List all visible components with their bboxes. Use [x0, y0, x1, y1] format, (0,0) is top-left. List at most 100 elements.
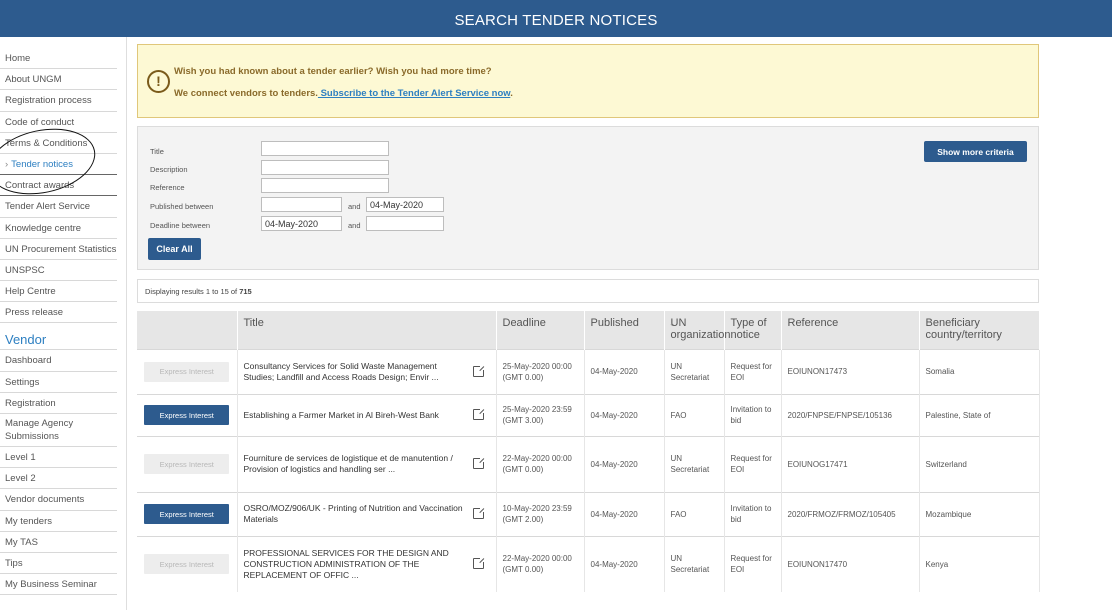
tender-title[interactable]: Consultancy Services for Solid Waste Man…: [244, 361, 439, 382]
sidebar-item-business-seminar[interactable]: My Business Seminar: [0, 574, 117, 596]
title-cell[interactable]: Establishing a Farmer Market in Al Bireh…: [237, 393, 497, 436]
column-header-published[interactable]: Published⌄: [584, 311, 676, 349]
title-cell[interactable]: Consultancy Services for Solid Waste Man…: [237, 348, 497, 394]
sidebar-item-unspsc[interactable]: UNSPSC: [0, 260, 117, 282]
deadline-cell: 22-May-2020 00:00 (GMT 0.00): [496, 435, 585, 492]
external-link-icon[interactable]: [472, 408, 485, 420]
title-cell[interactable]: Fourniture de services de logistique et …: [237, 435, 497, 492]
table-row[interactable]: Express Interest PROFESSIONAL SERVICES F…: [137, 535, 1040, 592]
sidebar-item-vendor-documents[interactable]: Vendor documents: [0, 489, 117, 511]
reference-input[interactable]: [261, 178, 389, 193]
description-label: Description: [150, 165, 188, 174]
published-cell: 04-May-2020: [584, 491, 665, 536]
tender-alert-banner: ! Wish you had known about a tender earl…: [137, 44, 1039, 118]
tender-title[interactable]: Fourniture de services de logistique et …: [244, 453, 453, 474]
tender-title[interactable]: OSRO/MOZ/906/UK - Printing of Nutrition …: [244, 503, 463, 524]
title-label: Title: [150, 147, 164, 156]
alert-line-2: We connect vendors to tenders. Subscribe…: [174, 88, 513, 99]
column-header-title[interactable]: Title: [237, 311, 497, 349]
results-summary: Displaying results 1 to 15 of 715: [137, 279, 1039, 303]
sidebar-item-tips[interactable]: Tips: [0, 553, 117, 575]
action-cell: Express Interest: [137, 435, 238, 492]
description-input[interactable]: [261, 160, 389, 175]
external-link-icon[interactable]: [472, 457, 485, 469]
external-link-icon[interactable]: [472, 557, 485, 570]
tender-title[interactable]: PROFESSIONAL SERVICES FOR THE DESIGN AND…: [244, 548, 449, 580]
and-label: and: [348, 202, 361, 211]
column-header-deadline[interactable]: Deadline: [496, 311, 585, 349]
sidebar-item-my-tenders[interactable]: My tenders: [0, 511, 117, 532]
country-cell: Palestine, State of: [919, 393, 1040, 436]
external-link-icon[interactable]: [472, 364, 485, 377]
title-input[interactable]: [261, 141, 389, 156]
country-cell: Somalia: [919, 348, 1040, 394]
table-row[interactable]: Express Interest Establishing a Farmer M…: [137, 393, 1040, 436]
sidebar-item-label: Tender notices: [11, 158, 73, 170]
published-from-input[interactable]: [261, 197, 342, 212]
deadline-to-input[interactable]: [366, 216, 444, 231]
chevron-right-icon: ›: [5, 158, 9, 170]
published-cell: 04-May-2020: [584, 435, 665, 492]
sidebar-item-agency-submissions[interactable]: Manage Agency Submissions: [0, 414, 117, 447]
reference-label: Reference: [150, 183, 185, 192]
show-more-criteria-button[interactable]: Show more criteria: [924, 141, 1027, 162]
action-cell: Express Interest: [137, 535, 238, 592]
sidebar-item-tender-alert[interactable]: Tender Alert Service: [0, 196, 117, 218]
deadline-cell: 10-May-2020 23:59 (GMT 2.00): [496, 491, 585, 536]
column-header-reference[interactable]: Reference: [781, 311, 920, 349]
tender-title[interactable]: Establishing a Farmer Market in Al Bireh…: [244, 410, 439, 420]
sidebar-item-dashboard[interactable]: Dashboard: [0, 350, 117, 372]
table-row[interactable]: Express Interest Consultancy Services fo…: [137, 348, 1040, 394]
type-cell: Request for EOI: [724, 348, 782, 394]
country-cell: Mozambique: [919, 491, 1040, 536]
sidebar-item-help[interactable]: Help Centre: [0, 281, 117, 303]
sidebar-item-statistics[interactable]: UN Procurement Statistics: [0, 239, 117, 260]
published-to-input[interactable]: [366, 197, 444, 212]
reference-cell: 2020/FRMOZ/FRMOZ/105405: [781, 491, 920, 536]
sidebar-item-about[interactable]: About UNGM: [0, 69, 117, 91]
column-header-country[interactable]: Beneficiary country/territory: [919, 311, 1040, 349]
external-link-icon[interactable]: [472, 507, 485, 519]
sidebar-item-registration[interactable]: Registration: [0, 393, 117, 414]
country-cell: Switzerland: [919, 435, 1040, 492]
results-total: 715: [239, 287, 252, 296]
title-cell[interactable]: PROFESSIONAL SERVICES FOR THE DESIGN AND…: [237, 535, 497, 592]
sidebar-item-code-of-conduct[interactable]: Code of conduct: [0, 112, 117, 133]
action-cell: Express Interest: [137, 348, 238, 394]
sidebar-item-knowledge[interactable]: Knowledge centre: [0, 218, 117, 239]
sidebar-item-home[interactable]: Home: [0, 48, 117, 70]
table-row[interactable]: Express Interest OSRO/MOZ/906/UK - Print…: [137, 491, 1040, 536]
sidebar-item-settings[interactable]: Settings: [0, 372, 117, 393]
sidebar-item-terms[interactable]: Terms & Conditions: [0, 133, 117, 154]
reference-cell: EOIUNON17470: [781, 535, 920, 592]
clear-all-button[interactable]: Clear All: [148, 238, 201, 260]
and-label: and: [348, 221, 361, 230]
type-cell: Request for EOI: [724, 435, 782, 492]
express-interest-button[interactable]: Express Interest: [144, 454, 230, 474]
sidebar-item-level-2[interactable]: Level 2: [0, 468, 117, 490]
sidebar-item-contract-awards[interactable]: Contract awards: [0, 175, 117, 197]
alert-line-1: Wish you had known about a tender earlie…: [174, 66, 492, 77]
express-interest-button[interactable]: Express Interest: [144, 405, 230, 425]
table-row[interactable]: Express Interest Fourniture de services …: [137, 435, 1040, 492]
deadline-cell: 25-May-2020 00:00 (GMT 0.00): [496, 348, 585, 394]
sidebar-item-press[interactable]: Press release: [0, 302, 117, 324]
express-interest-button[interactable]: Express Interest: [144, 361, 230, 382]
reference-cell: EOIUNOG17471: [781, 435, 920, 492]
action-cell: Express Interest: [137, 491, 238, 536]
sidebar-item-tender-notices[interactable]: › Tender notices: [0, 154, 117, 176]
subscribe-link[interactable]: Subscribe to the Tender Alert Service no…: [318, 88, 511, 99]
express-interest-button[interactable]: Express Interest: [144, 504, 230, 524]
table-header-row: Title Deadline Published⌄ UN organizatio…: [137, 311, 1040, 349]
column-header-org[interactable]: UN organization: [664, 311, 730, 349]
column-header-published-label: Published: [590, 317, 639, 329]
express-interest-button[interactable]: Express Interest: [144, 554, 230, 575]
title-cell[interactable]: OSRO/MOZ/906/UK - Printing of Nutrition …: [237, 491, 497, 536]
column-header-type[interactable]: Type of notice: [724, 311, 782, 349]
country-cell: Kenya: [919, 535, 1040, 592]
sidebar-item-level-1[interactable]: Level 1: [0, 447, 117, 469]
deadline-from-input[interactable]: [261, 216, 342, 231]
reference-cell: EOIUNON17473: [781, 348, 920, 394]
sidebar-item-registration-process[interactable]: Registration process: [0, 90, 117, 112]
sidebar-item-my-tas[interactable]: My TAS: [0, 532, 117, 553]
